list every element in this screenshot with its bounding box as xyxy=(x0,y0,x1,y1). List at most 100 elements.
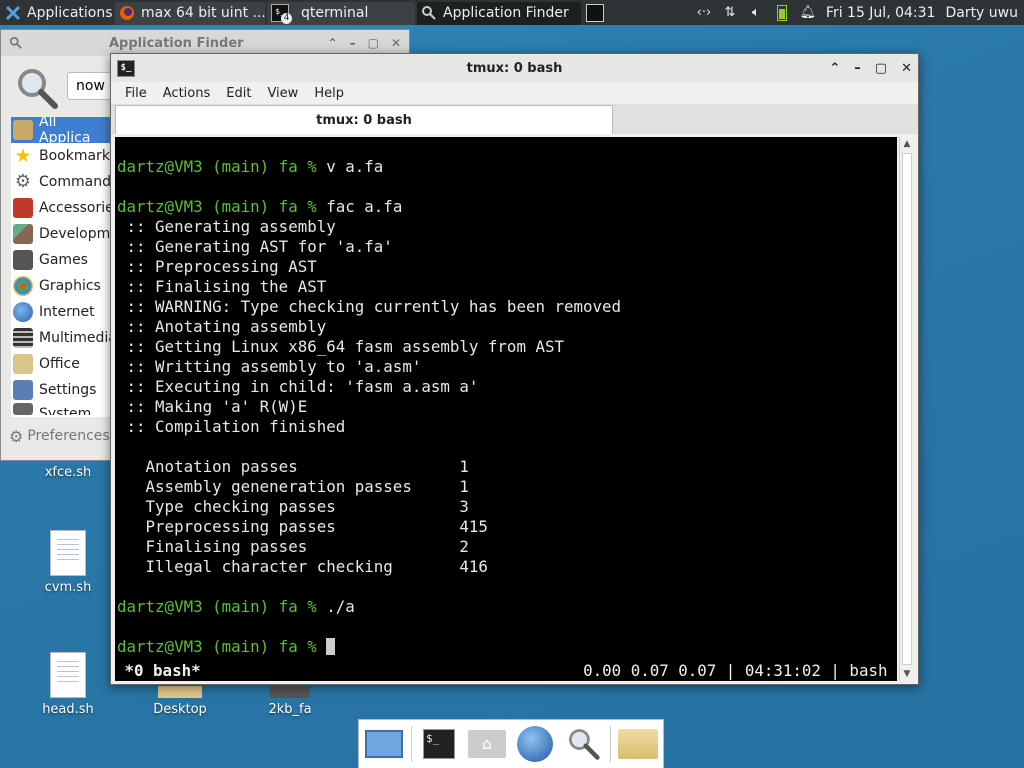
terminal-icon: $_ xyxy=(423,729,455,759)
task-firefox[interactable]: max 64 bit uint ... xyxy=(115,1,265,25)
category-list: All Applica ★ Bookmarks ⚙ Commands Acces… xyxy=(11,117,111,417)
task-qterminal[interactable]: $_ 4 qterminal xyxy=(267,1,415,25)
category-bookmarks[interactable]: ★ Bookmarks xyxy=(11,143,111,169)
category-settings[interactable]: Settings xyxy=(11,377,111,403)
minimize-button[interactable]: – xyxy=(854,61,861,76)
tools-icon xyxy=(13,198,33,218)
close-button[interactable]: ✕ xyxy=(391,36,401,50)
terminal-line: :: Executing in child: 'fasm a.asm a' xyxy=(117,377,479,396)
terminal-titlebar[interactable]: $_ tmux: 0 bash ⌃ – ▢ ✕ xyxy=(111,54,918,82)
shade-button[interactable]: ⌃ xyxy=(829,61,840,76)
menu-help[interactable]: Help xyxy=(306,86,352,101)
battery-icon[interactable] xyxy=(774,4,790,21)
category-all-applications[interactable]: All Applica xyxy=(11,117,111,146)
file-manager-launcher[interactable] xyxy=(617,723,659,765)
category-accessories[interactable]: Accessorie xyxy=(11,195,111,221)
task-label: max 64 bit uint ... xyxy=(141,5,265,21)
category-label: Games xyxy=(39,252,88,268)
show-desktop-button[interactable] xyxy=(363,723,405,765)
desktop-file-xfce-sh[interactable]: xfce.sh xyxy=(28,465,108,480)
folder-icon xyxy=(618,729,658,759)
terminal-line: :: Generating assembly xyxy=(117,217,336,236)
category-internet[interactable]: Internet xyxy=(11,299,111,325)
volume-icon[interactable]: 🔈︎ xyxy=(748,5,764,21)
terminal-line: dartz@VM3 (main) fa % fac a.fa xyxy=(115,197,897,217)
menu-bar: File Actions Edit View Help xyxy=(111,82,918,104)
menu-view[interactable]: View xyxy=(259,86,306,101)
scrollbar-thumb[interactable] xyxy=(902,153,912,665)
app-finder-icon xyxy=(569,729,600,760)
menu-edit[interactable]: Edit xyxy=(218,86,259,101)
minimize-button[interactable]: – xyxy=(350,36,356,50)
preferences-button[interactable]: ⚙ Preferences xyxy=(9,422,111,450)
category-system[interactable]: System xyxy=(11,403,111,415)
tmux-status-line: *0 bash* 0.00 0.07 0.07 | 04:31:02 | bas… xyxy=(115,661,897,681)
desktop-file-2kb-fa[interactable]: 2kb_fa xyxy=(250,686,330,717)
category-label: All Applica xyxy=(39,117,91,146)
category-multimedia[interactable]: Multimedia xyxy=(11,325,111,351)
applications-menu-button[interactable]: Applications xyxy=(1,2,113,25)
finder-title: Application Finder xyxy=(109,35,244,51)
network-icon[interactable]: ‹·› xyxy=(696,5,712,21)
scroll-down-arrow-icon[interactable]: ▼ xyxy=(900,667,914,681)
shell-prompt: dartz@VM3 (main) fa % xyxy=(117,157,317,176)
scroll-up-arrow-icon[interactable]: ▲ xyxy=(900,137,914,151)
film-icon xyxy=(13,328,33,348)
task-label: qterminal xyxy=(301,5,369,21)
desktop-file-cvm-sh[interactable]: cvm.sh xyxy=(28,530,108,595)
category-label: Bookmarks xyxy=(39,148,111,164)
terminal-line: Anotation passes 1 xyxy=(117,457,469,476)
system-tray: ‹·› ⇅ 🔈︎ 🔔︎ Fri 15 Jul, 04:31 Darty uwu xyxy=(696,4,1024,21)
task-small-terminal[interactable] xyxy=(582,0,614,25)
firefox-icon xyxy=(120,6,134,20)
menu-actions[interactable]: Actions xyxy=(155,86,219,101)
terminal-launcher[interactable]: $_ xyxy=(418,723,460,765)
home-folder-icon: ⌂ xyxy=(468,730,506,758)
applications-label: Applications xyxy=(27,5,113,21)
terminal-icon xyxy=(586,3,604,22)
shell-prompt: dartz@VM3 (main) fa % xyxy=(117,597,317,616)
minimize-button[interactable]: ⌃ xyxy=(328,36,338,50)
desktop-file-head-sh[interactable]: head.sh xyxy=(28,652,108,717)
maximize-button[interactable]: ▢ xyxy=(368,36,379,50)
close-button[interactable]: ✕ xyxy=(901,61,912,76)
category-label: System xyxy=(39,406,92,415)
star-icon: ★ xyxy=(14,145,32,167)
category-games[interactable]: Games xyxy=(11,247,111,273)
terminal-line: :: Compilation finished xyxy=(117,417,346,436)
transfer-arrows-icon[interactable]: ⇅ xyxy=(722,5,738,21)
terminal-output[interactable]: dartz@VM3 (main) fa % v a.fa dartz@VM3 (m… xyxy=(115,137,897,681)
maximize-button[interactable]: ▢ xyxy=(875,61,887,76)
all-apps-icon xyxy=(13,120,33,140)
category-label: Internet xyxy=(39,304,95,320)
dock-separator xyxy=(610,726,611,762)
window-title: tmux: 0 bash xyxy=(466,60,563,76)
terminal-scrollbar[interactable]: ▲ ▼ xyxy=(899,137,914,681)
magnifier-icon xyxy=(9,36,22,49)
desktop-folder-desktop[interactable]: Desktop xyxy=(140,686,220,717)
terminal-line: Illegal character checking 416 xyxy=(117,557,488,576)
desktop-icon-label: 2kb_fa xyxy=(268,702,312,717)
app-finder-launcher[interactable] xyxy=(562,723,604,765)
notifications-bell-icon[interactable]: 🔔︎ xyxy=(800,5,817,21)
bottom-dock: $_ ⌂ xyxy=(358,719,664,768)
gears-icon: ⚙ xyxy=(14,171,32,192)
category-office[interactable]: Office xyxy=(11,351,111,377)
task-app-finder[interactable]: Application Finder xyxy=(417,1,581,25)
clock[interactable]: Fri 15 Jul, 04:31 xyxy=(826,5,936,21)
preferences-label: Preferences xyxy=(27,428,110,444)
text-file-icon xyxy=(50,652,86,698)
user-name[interactable]: Darty uwu xyxy=(945,5,1018,21)
web-browser-launcher[interactable] xyxy=(514,723,556,765)
command-text: v a.fa xyxy=(316,157,384,176)
tab-tmux-bash[interactable]: tmux: 0 bash xyxy=(115,105,613,134)
category-development[interactable]: Developme xyxy=(11,221,111,247)
menu-file[interactable]: File xyxy=(117,86,155,101)
desktop-icon-label: head.sh xyxy=(42,702,94,717)
category-commands[interactable]: ⚙ Commands xyxy=(11,169,111,195)
terminal-line: Finalising passes 2 xyxy=(117,537,469,556)
home-folder-launcher[interactable]: ⌂ xyxy=(466,723,508,765)
category-graphics[interactable]: Graphics xyxy=(11,273,111,299)
